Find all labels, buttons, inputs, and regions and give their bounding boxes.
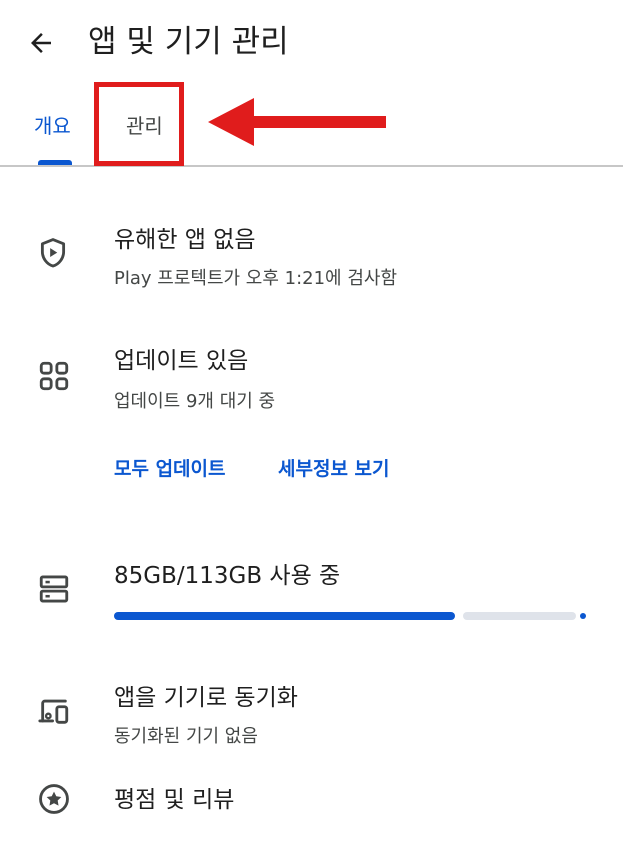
storage-title: 85GB/113GB 사용 중 — [114, 563, 341, 589]
protect-title: 유해한 앱 없음 — [114, 227, 256, 253]
update-all-button[interactable]: 모두 업데이트 — [114, 455, 226, 483]
storage-used-fill — [114, 612, 455, 620]
red-arrow-annotation — [208, 98, 386, 146]
devices-icon — [38, 699, 69, 724]
tab-overview[interactable]: 개요 — [34, 112, 71, 140]
protect-subtitle: Play 프로텍트가 오후 1:21에 검사함 — [114, 268, 398, 289]
storage-icon — [39, 575, 69, 603]
updates-title: 업데이트 있음 — [114, 348, 249, 374]
sync-subtitle: 동기화된 기기 없음 — [114, 726, 258, 747]
updates-subtitle: 업데이트 9개 대기 중 — [114, 391, 276, 412]
page-title: 앱 및 기기 관리 — [88, 24, 289, 60]
see-details-button[interactable]: 세부정보 보기 — [278, 455, 390, 483]
storage-progress-bar — [114, 612, 586, 620]
highlight-box — [94, 82, 184, 166]
arrow-left-icon[interactable] — [26, 28, 56, 58]
storage-end-dot — [580, 613, 586, 619]
shield-play-icon — [40, 238, 66, 268]
sync-title: 앱을 기기로 동기화 — [114, 685, 298, 711]
storage-free-track — [463, 612, 576, 620]
ratings-title: 평점 및 리뷰 — [114, 787, 235, 813]
star-circle-icon — [39, 784, 69, 814]
apps-grid-icon — [39, 361, 69, 391]
